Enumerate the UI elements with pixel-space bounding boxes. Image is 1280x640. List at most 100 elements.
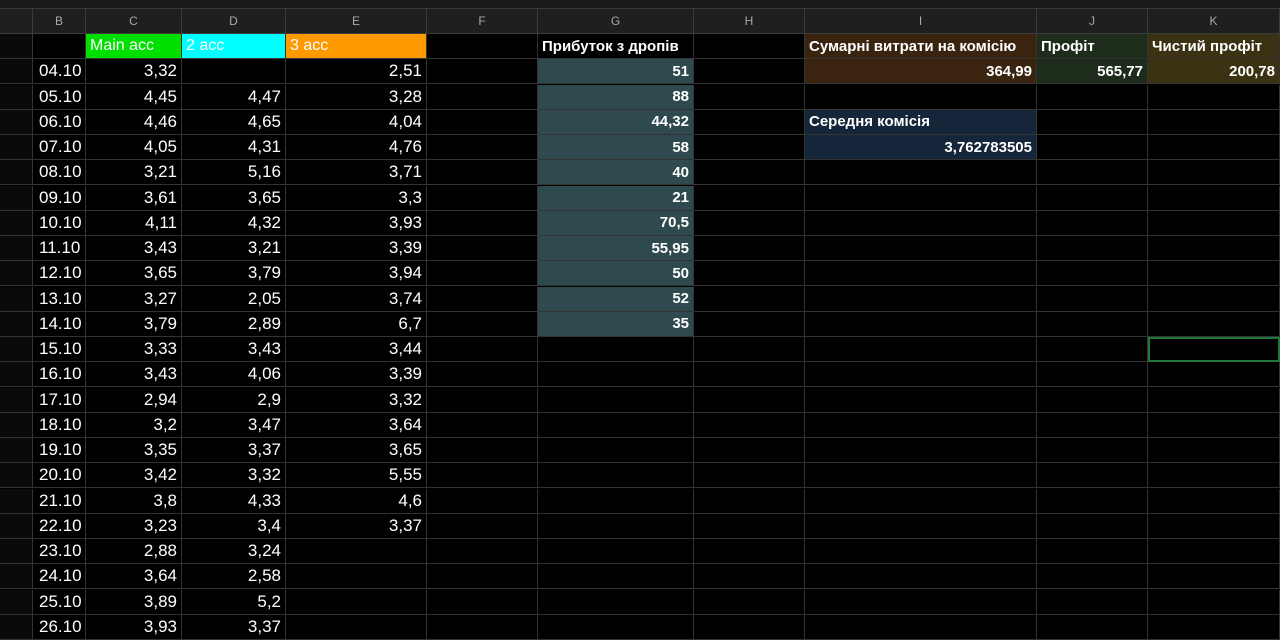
acc3-value[interactable]: 5,55 bbox=[286, 463, 427, 489]
profit-drop-value[interactable]: 55,95 bbox=[538, 236, 694, 261]
cell-g19[interactable] bbox=[538, 488, 694, 514]
acc2-value[interactable]: 4,31 bbox=[182, 135, 286, 160]
date-cell[interactable]: 13.10 bbox=[33, 286, 86, 312]
cell-i16[interactable] bbox=[805, 412, 1037, 438]
cell-k21[interactable] bbox=[1148, 539, 1280, 564]
column-header-f[interactable]: F bbox=[427, 9, 538, 34]
cell-b1[interactable] bbox=[33, 34, 86, 59]
profit-drop-value[interactable]: 51 bbox=[538, 59, 694, 85]
cell-i8[interactable] bbox=[805, 210, 1037, 236]
cell-j8[interactable] bbox=[1037, 210, 1148, 236]
profit-drop-value[interactable]: 70,5 bbox=[538, 210, 694, 236]
date-cell[interactable]: 05.10 bbox=[33, 84, 86, 110]
cell-k8[interactable] bbox=[1148, 210, 1280, 236]
cell-i9[interactable] bbox=[805, 236, 1037, 261]
profit-drop-value[interactable]: 21 bbox=[538, 185, 694, 211]
cell-h15[interactable] bbox=[694, 387, 805, 413]
cell-g16[interactable] bbox=[538, 412, 694, 438]
main-acc-value[interactable]: 3,21 bbox=[86, 160, 182, 186]
acc3-value[interactable]: 3,37 bbox=[286, 513, 427, 539]
main-acc-value[interactable]: 3,65 bbox=[86, 261, 182, 287]
row-header-11[interactable] bbox=[0, 286, 33, 312]
date-cell[interactable]: 07.10 bbox=[33, 135, 86, 160]
cell-k14[interactable] bbox=[1148, 362, 1280, 388]
row-header-18[interactable] bbox=[0, 463, 33, 489]
date-cell[interactable]: 15.10 bbox=[33, 337, 86, 362]
row-header-8[interactable] bbox=[0, 210, 33, 236]
column-header-i[interactable]: I bbox=[805, 9, 1037, 34]
cell-j19[interactable] bbox=[1037, 488, 1148, 514]
cell-j13[interactable] bbox=[1037, 337, 1148, 362]
cell-i21[interactable] bbox=[805, 539, 1037, 564]
cell-k12[interactable] bbox=[1148, 311, 1280, 337]
cell-f3[interactable] bbox=[427, 84, 538, 110]
cell-h24[interactable] bbox=[694, 614, 805, 640]
acc2-value[interactable]: 2,9 bbox=[182, 387, 286, 413]
cell-f6[interactable] bbox=[427, 160, 538, 186]
acc2-value[interactable]: 3,37 bbox=[182, 614, 286, 640]
acc2-value[interactable]: 5,2 bbox=[182, 589, 286, 615]
header-3-acc[interactable]: 3 acc bbox=[286, 34, 427, 59]
select-all-corner[interactable] bbox=[0, 9, 33, 34]
cell-j23[interactable] bbox=[1037, 589, 1148, 615]
cell-h12[interactable] bbox=[694, 311, 805, 337]
cell-h2[interactable] bbox=[694, 59, 805, 85]
cell-f16[interactable] bbox=[427, 412, 538, 438]
date-cell[interactable]: 23.10 bbox=[33, 539, 86, 564]
acc2-value[interactable]: 4,32 bbox=[182, 210, 286, 236]
acc3-value[interactable] bbox=[286, 614, 427, 640]
main-acc-value[interactable]: 3,35 bbox=[86, 438, 182, 463]
acc2-value[interactable]: 3,37 bbox=[182, 438, 286, 463]
date-cell[interactable]: 22.10 bbox=[33, 513, 86, 539]
acc2-value[interactable]: 3,24 bbox=[182, 539, 286, 564]
column-header-e[interactable]: E bbox=[286, 9, 427, 34]
cell-h17[interactable] bbox=[694, 438, 805, 463]
cell-f5[interactable] bbox=[427, 135, 538, 160]
cell-i3[interactable] bbox=[805, 84, 1037, 110]
column-header-d[interactable]: D bbox=[182, 9, 286, 34]
acc2-value[interactable]: 3,32 bbox=[182, 463, 286, 489]
cell-h14[interactable] bbox=[694, 362, 805, 388]
label-net-profit[interactable]: Чистий профіт bbox=[1148, 34, 1280, 59]
cell-h13[interactable] bbox=[694, 337, 805, 362]
cell-h16[interactable] bbox=[694, 412, 805, 438]
cell-i18[interactable] bbox=[805, 463, 1037, 489]
row-header-14[interactable] bbox=[0, 362, 33, 388]
cell-h21[interactable] bbox=[694, 539, 805, 564]
cell-i11[interactable] bbox=[805, 286, 1037, 312]
acc3-value[interactable]: 2,51 bbox=[286, 59, 427, 85]
profit-drop-value[interactable]: 50 bbox=[538, 261, 694, 287]
main-acc-value[interactable]: 4,45 bbox=[86, 84, 182, 110]
value-commission-total[interactable]: 364,99 bbox=[805, 59, 1037, 85]
cell-i6[interactable] bbox=[805, 160, 1037, 186]
date-cell[interactable]: 21.10 bbox=[33, 488, 86, 514]
main-acc-value[interactable]: 2,94 bbox=[86, 387, 182, 413]
acc3-value[interactable]: 3,94 bbox=[286, 261, 427, 287]
acc3-value[interactable] bbox=[286, 589, 427, 615]
acc3-value[interactable]: 3,3 bbox=[286, 185, 427, 211]
cell-i14[interactable] bbox=[805, 362, 1037, 388]
date-cell[interactable]: 24.10 bbox=[33, 564, 86, 590]
date-cell[interactable]: 14.10 bbox=[33, 311, 86, 337]
cell-k23[interactable] bbox=[1148, 589, 1280, 615]
cell-j3[interactable] bbox=[1037, 84, 1148, 110]
cell-f14[interactable] bbox=[427, 362, 538, 388]
acc2-value[interactable]: 3,21 bbox=[182, 236, 286, 261]
acc2-value[interactable] bbox=[182, 59, 286, 85]
cell-k22[interactable] bbox=[1148, 564, 1280, 590]
main-acc-value[interactable]: 3,64 bbox=[86, 564, 182, 590]
cell-f9[interactable] bbox=[427, 236, 538, 261]
cell-k7[interactable] bbox=[1148, 185, 1280, 211]
main-acc-value[interactable]: 3,42 bbox=[86, 463, 182, 489]
date-cell[interactable]: 20.10 bbox=[33, 463, 86, 489]
acc2-value[interactable]: 3,4 bbox=[182, 513, 286, 539]
acc2-value[interactable]: 4,06 bbox=[182, 362, 286, 388]
cell-f2[interactable] bbox=[427, 59, 538, 85]
cell-i10[interactable] bbox=[805, 261, 1037, 287]
cell-h1[interactable] bbox=[694, 34, 805, 59]
acc2-value[interactable]: 5,16 bbox=[182, 160, 286, 186]
cell-g21[interactable] bbox=[538, 539, 694, 564]
cell-k15[interactable] bbox=[1148, 387, 1280, 413]
main-acc-value[interactable]: 3,89 bbox=[86, 589, 182, 615]
cell-i23[interactable] bbox=[805, 589, 1037, 615]
